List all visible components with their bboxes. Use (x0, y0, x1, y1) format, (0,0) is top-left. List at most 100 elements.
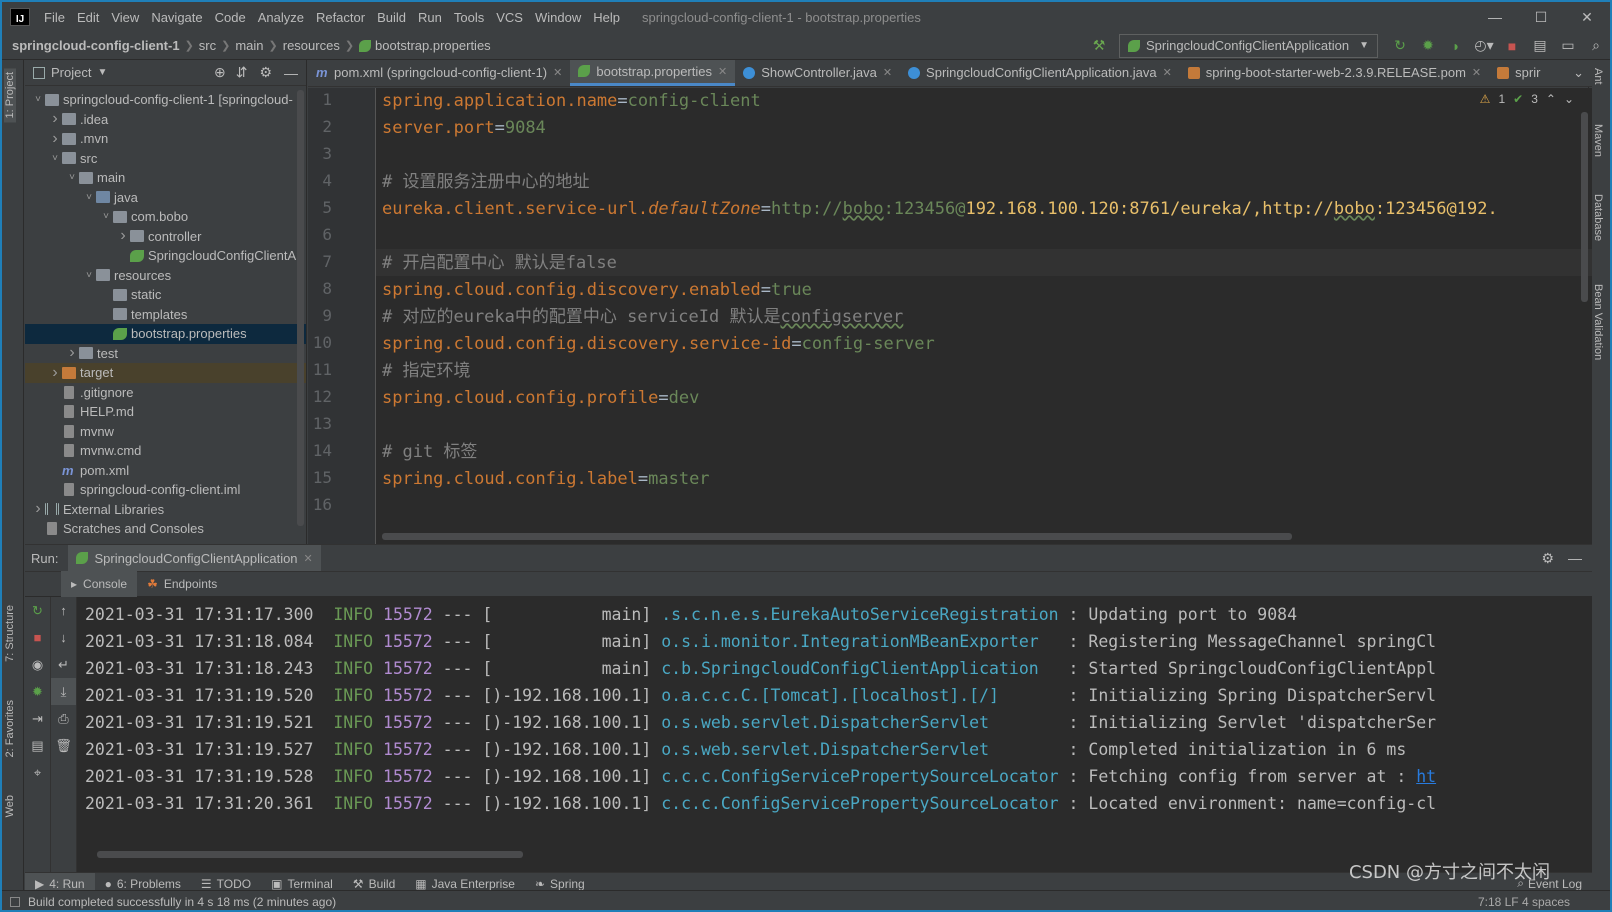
menu-item-code[interactable]: Code (209, 10, 252, 25)
expanded-arrow-icon[interactable]: ˅ (82, 270, 96, 281)
tree-node[interactable]: SpringcloudConfigClientAp (25, 246, 306, 266)
chevron-down-icon[interactable]: ⌄ (1564, 92, 1574, 106)
tree-node[interactable]: static (25, 285, 306, 305)
web-tool-tab[interactable]: Web (4, 795, 16, 817)
menu-item-tools[interactable]: Tools (448, 10, 490, 25)
tree-node[interactable]: templates (25, 305, 306, 325)
console-horizontal-scrollbar[interactable] (97, 851, 523, 858)
code-line[interactable]: # 开启配置中心 默认是false (382, 250, 617, 277)
log-link[interactable]: ht (1416, 767, 1436, 786)
status-position[interactable]: 7:18 LF 4 spaces (1478, 895, 1570, 909)
code-line[interactable]: # 对应的eureka中的配置中心 serviceId 默认是configser… (382, 304, 903, 331)
code-line[interactable]: # 指定环境 (382, 358, 470, 385)
scroll-to-end-icon[interactable]: ⤓ (51, 678, 76, 705)
hammer-build-icon[interactable]: ⚒ (1085, 34, 1113, 58)
search-icon[interactable]: ⌕ (1582, 34, 1610, 58)
database-tool-tab[interactable]: Database (1592, 194, 1604, 241)
collapse-all-icon[interactable]: ⇵ (236, 64, 248, 81)
stop-icon[interactable]: ■ (1498, 34, 1526, 58)
breadcrumb-item[interactable]: resources (283, 38, 340, 53)
tree-node[interactable]: › External Libraries (25, 500, 306, 520)
run-config-selector[interactable]: SpringcloudConfigClientApplication ▼ (1119, 33, 1378, 58)
tab-console[interactable]: ▸ Console (61, 571, 138, 597)
expanded-arrow-icon[interactable]: ˅ (65, 172, 79, 183)
menu-item-view[interactable]: View (105, 10, 145, 25)
tree-node[interactable]: HELP.md (25, 402, 306, 422)
tree-node[interactable]: mvnw.cmd (25, 441, 306, 461)
code-line[interactable]: spring.cloud.config.profile=dev (382, 385, 699, 412)
gear-icon[interactable]: ⚙ (259, 64, 272, 81)
exit-icon[interactable]: ⇥ (25, 705, 50, 732)
favorites-tool-tab[interactable]: 2: Favorites (4, 700, 16, 757)
soft-wrap-icon[interactable]: ↵ (51, 651, 76, 678)
code-line[interactable]: # git 标签 (382, 439, 477, 466)
code-line[interactable]: server.port=9084 (382, 115, 546, 142)
collapsed-arrow-icon[interactable]: › (48, 110, 62, 128)
log-line[interactable]: 2021-03-31 17:31:19.527 INFO 15572 --- [… (85, 736, 1585, 763)
stop-icon[interactable]: ■ (25, 624, 50, 651)
project-structure-icon[interactable]: ▤ (1526, 34, 1554, 58)
log-line[interactable]: 2021-03-31 17:31:17.300 INFO 15572 --- [… (85, 601, 1585, 628)
menu-item-analyze[interactable]: Analyze (252, 10, 310, 25)
debug-icon[interactable]: ✹ (1414, 34, 1442, 58)
gear-icon[interactable]: ⚙ (1541, 550, 1554, 567)
profiler-icon[interactable]: ◴▾ (1470, 34, 1498, 58)
menu-item-vcs[interactable]: VCS (490, 10, 529, 25)
rerun-icon[interactable]: ↻ (25, 597, 50, 624)
print-icon[interactable]: ⎙ (51, 705, 76, 732)
collapsed-arrow-icon[interactable]: › (65, 344, 79, 362)
tree-node[interactable]: ˅ springcloud-config-client-1 [springclou… (25, 90, 306, 110)
project-panel-title[interactable]: Project (51, 65, 91, 80)
code-editor[interactable]: 1 2 3 4 5 6 7 8 9 10 11 12 13 14 15 16 spring.applicati… (308, 88, 1592, 544)
code-line[interactable]: # 设置服务注册中心的地址 (382, 169, 589, 196)
hide-icon[interactable]: — (1568, 550, 1582, 566)
close-icon[interactable]: ✕ (883, 66, 892, 79)
tree-node[interactable]: ˅ src (25, 149, 306, 169)
code-line[interactable]: spring.cloud.config.discovery.enabled=tr… (382, 277, 812, 304)
editor-tab[interactable]: sprir (1489, 60, 1548, 86)
layout-icon[interactable]: ▤ (25, 732, 50, 759)
breadcrumb-item[interactable]: springcloud-config-client-1 (12, 38, 180, 53)
expanded-arrow-icon[interactable]: ˅ (82, 192, 96, 203)
tree-node[interactable]: › .mvn (25, 129, 306, 149)
tree-node[interactable]: bootstrap.properties (25, 324, 306, 344)
editor-tab[interactable]: spring-boot-starter-web-2.3.9.RELEASE.po… (1180, 60, 1489, 86)
trash-icon[interactable]: 🗑 (51, 732, 76, 759)
close-icon[interactable]: ✕ (304, 552, 313, 565)
editor-vertical-scrollbar[interactable] (1581, 112, 1588, 302)
structure-tool-tab[interactable]: 7: Structure (4, 605, 16, 662)
menu-item-file[interactable]: File (38, 10, 71, 25)
inspection-widget[interactable]: ⚠ 1 ✔ 3 ⌃ ⌄ (1480, 88, 1574, 110)
arrow-down-icon[interactable]: ↓ (51, 624, 76, 651)
menu-item-refactor[interactable]: Refactor (310, 10, 371, 25)
tree-node[interactable]: .gitignore (25, 383, 306, 403)
tree-node[interactable]: ˅ java (25, 188, 306, 208)
collapsed-arrow-icon[interactable]: › (48, 364, 62, 382)
hide-icon[interactable]: — (284, 65, 298, 81)
expanded-arrow-icon[interactable]: ˅ (31, 94, 45, 105)
editor-tab[interactable]: SpringcloudConfigClientApplication.java ✕ (900, 60, 1180, 86)
log-line[interactable]: 2021-03-31 17:31:18.084 INFO 15572 --- [… (85, 628, 1585, 655)
status-message[interactable]: Build completed successfully in 4 s 18 m… (28, 895, 336, 909)
close-icon[interactable]: ✕ (553, 66, 562, 79)
tree-node[interactable]: › target (25, 363, 306, 383)
close-icon[interactable]: ✕ (1564, 2, 1610, 32)
log-line[interactable]: 2021-03-31 17:31:18.243 INFO 15572 --- [… (85, 655, 1585, 682)
close-icon[interactable]: ✕ (1163, 66, 1172, 79)
project-scrollbar[interactable] (297, 90, 304, 526)
code-line[interactable]: eureka.client.service-url.defaultZone=ht… (382, 196, 1498, 223)
code-line[interactable]: spring.application.name=config-client (382, 88, 761, 115)
code-line[interactable]: spring.cloud.config.label=master (382, 466, 710, 493)
chevron-down-icon[interactable]: ▼ (97, 67, 107, 78)
menu-item-navigate[interactable]: Navigate (145, 10, 208, 25)
expanded-arrow-icon[interactable]: ˅ (99, 211, 113, 222)
menu-item-run[interactable]: Run (412, 10, 448, 25)
tree-node[interactable]: ˅ resources (25, 266, 306, 286)
close-icon[interactable]: ✕ (718, 65, 727, 78)
editor-tab[interactable]: ShowController.java ✕ (735, 60, 900, 86)
log-line[interactable]: 2021-03-31 17:31:19.528 INFO 15572 --- [… (85, 763, 1585, 790)
breadcrumb-item[interactable]: bootstrap.properties (375, 38, 491, 53)
tree-node[interactable]: › .idea (25, 110, 306, 130)
log-line[interactable]: 2021-03-31 17:31:19.521 INFO 15572 --- [… (85, 709, 1585, 736)
menu-item-build[interactable]: Build (371, 10, 412, 25)
